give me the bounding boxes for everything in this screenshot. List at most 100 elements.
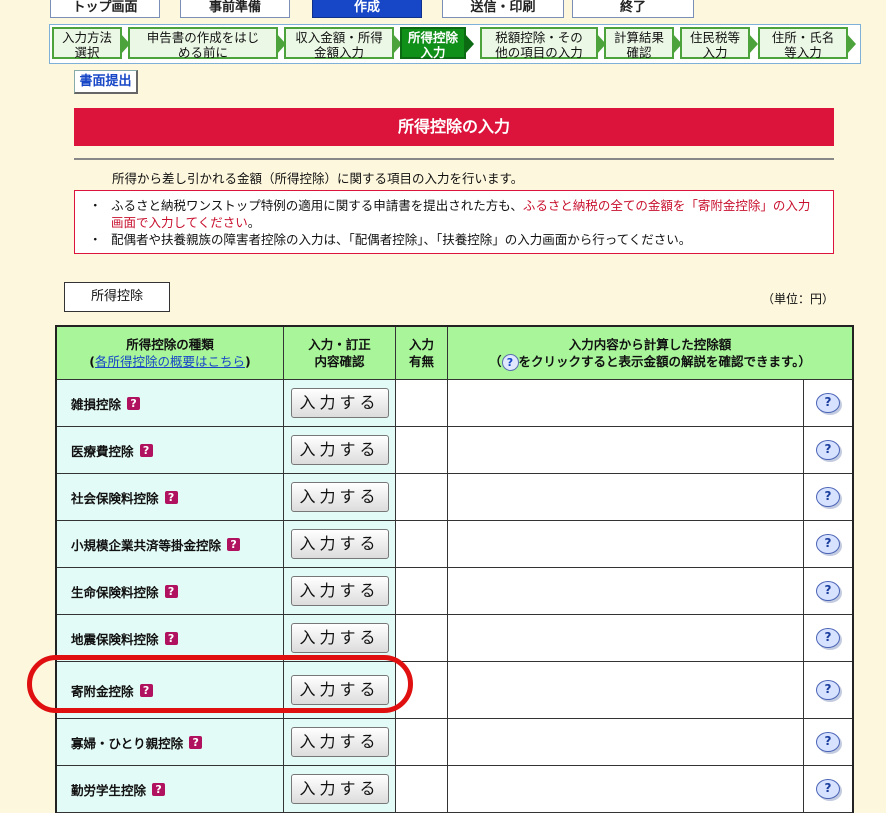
input-button-cell: 入力する	[284, 766, 396, 812]
help-icon[interactable]: ?	[816, 628, 840, 648]
question-icon[interactable]: ?	[227, 537, 241, 551]
header-input-edit-label: 入力・訂正 内容確認	[308, 337, 371, 369]
header-amount-pre: （	[488, 353, 502, 369]
deduction-name-cell: 寄附金控除?	[57, 662, 284, 718]
help-icon[interactable]: ?	[816, 732, 840, 752]
deduction-name: 雑損控除	[71, 396, 122, 412]
input-button[interactable]: 入力する	[290, 435, 389, 465]
amount-value	[448, 427, 804, 473]
tab-top[interactable]: トップ画面	[50, 0, 160, 18]
divider	[74, 158, 834, 160]
tab-send-print[interactable]: 送信・印刷	[442, 0, 564, 18]
amount-cell: ?	[448, 568, 852, 614]
step-before-start[interactable]: 申告書の作成をはじ める前に	[128, 27, 286, 60]
table-row: 寄附金控除? 入力する?	[57, 662, 852, 719]
input-button[interactable]: 入力する	[290, 675, 389, 705]
step-address-name[interactable]: 住所・氏名 等入力	[758, 27, 856, 60]
help-icon[interactable]: ?	[816, 393, 840, 413]
table-row: 寡婦・ひとり親控除? 入力する?	[57, 719, 852, 766]
input-status-cell	[396, 474, 448, 520]
table-row: 地震保険料控除? 入力する?	[57, 615, 852, 662]
input-status-cell	[396, 719, 448, 765]
overview-link[interactable]: 各所得控除の概要はこちら	[95, 354, 245, 369]
deduction-name: 寄附金控除	[71, 683, 134, 699]
deduction-name-cell: 小規模企業共済等掛金控除?	[57, 521, 284, 567]
step-label: 収入金額・所得 金額入力	[295, 30, 383, 60]
help-cell: ?	[804, 568, 852, 614]
notice-line2: 配偶者や扶養親族の障害者控除の入力は、「配偶者控除」、「扶養控除」の入力画面から…	[111, 232, 692, 247]
step-result-confirm[interactable]: 計算結果 確認	[604, 27, 682, 60]
input-button-cell: 入力する	[284, 474, 396, 520]
amount-cell: ?	[448, 662, 852, 718]
input-button-cell: 入力する	[284, 662, 396, 718]
input-button[interactable]: 入力する	[290, 482, 389, 512]
amount-value	[448, 615, 804, 661]
input-button[interactable]: 入力する	[290, 623, 389, 653]
input-button-cell: 入力する	[284, 615, 396, 661]
input-status-cell	[396, 766, 448, 812]
step-label: 住民税等 入力	[689, 30, 740, 60]
step-label: 所得控除 入力	[407, 30, 458, 60]
input-button-cell: 入力する	[284, 719, 396, 765]
help-cell: ?	[804, 474, 852, 520]
deduction-name: 地震保険料控除	[71, 631, 159, 647]
amount-value	[448, 568, 804, 614]
page-title: 所得控除の入力	[74, 108, 834, 146]
help-cell: ?	[804, 521, 852, 567]
amount-cell: ?	[448, 766, 852, 812]
input-button[interactable]: 入力する	[290, 727, 389, 757]
table-row: 勤労学生控除? 入力する?	[57, 766, 852, 813]
tab-create[interactable]: 作成	[312, 0, 422, 18]
input-status-cell	[396, 521, 448, 567]
paper-submit-button[interactable]: 書面提出	[74, 70, 138, 94]
input-button[interactable]: 入力する	[290, 576, 389, 606]
help-cell: ?	[804, 766, 852, 812]
deduction-name: 社会保険料控除	[71, 490, 159, 506]
help-icon[interactable]: ?	[816, 680, 840, 700]
question-icon[interactable]: ?	[189, 735, 203, 749]
help-icon[interactable]: ?	[816, 779, 840, 799]
question-icon[interactable]: ?	[164, 584, 178, 598]
help-icon[interactable]: ?	[816, 581, 840, 601]
question-icon[interactable]: ?	[164, 490, 178, 504]
step-tax-credit-input[interactable]: 税額控除・その 他の項目の入力	[480, 27, 606, 60]
input-status-cell	[396, 662, 448, 718]
tab-prep[interactable]: 事前準備	[180, 0, 290, 18]
deduction-name-cell: 社会保険料控除?	[57, 474, 284, 520]
deduction-name: 生命保険料控除	[71, 584, 159, 600]
question-icon[interactable]: ?	[139, 443, 153, 457]
tab-finish[interactable]: 終了	[572, 0, 694, 18]
amount-value	[448, 380, 804, 426]
question-icon[interactable]: ?	[139, 683, 153, 697]
step-deduction-input[interactable]: 所得控除 入力	[400, 27, 474, 60]
notice-line1-pre: ふるさと納税ワンストップ特例の適用に関する申請書を提出された方も、	[111, 198, 523, 213]
header-input-edit: 入力・訂正 内容確認	[284, 327, 396, 379]
question-icon[interactable]: ?	[164, 631, 178, 645]
input-button-cell: 入力する	[284, 521, 396, 567]
header-amount-note: をクリックすると表示金額の解説を確認できます。）	[518, 353, 812, 369]
amount-value	[448, 521, 804, 567]
input-status-cell	[396, 568, 448, 614]
input-button[interactable]: 入力する	[290, 529, 389, 559]
step-label: 税額控除・その 他の項目の入力	[495, 30, 583, 60]
input-button[interactable]: 入力する	[290, 388, 389, 418]
header-calculated-amount: 入力内容から計算した控除額 （? をクリックすると表示金額の解説を確認できます。）	[448, 327, 852, 379]
help-icon[interactable]: ?	[816, 534, 840, 554]
step-label: 入力方法 選択	[61, 30, 112, 60]
step-resident-tax[interactable]: 住民税等 入力	[680, 27, 758, 60]
table-row: 社会保険料控除? 入力する?	[57, 474, 852, 521]
table-row: 生命保険料控除? 入力する?	[57, 568, 852, 615]
input-button[interactable]: 入力する	[290, 774, 389, 804]
amount-value	[448, 474, 804, 520]
help-icon[interactable]: ?	[816, 487, 840, 507]
deduction-name-cell: 生命保険料控除?	[57, 568, 284, 614]
header-input-status-label: 入力 有無	[408, 337, 434, 369]
step-label: 計算結果 確認	[613, 30, 664, 60]
question-icon[interactable]: ?	[127, 396, 141, 410]
step-input-method[interactable]: 入力方法 選択	[52, 27, 130, 60]
header-amount-title: 入力内容から計算した控除額	[568, 336, 732, 352]
deduction-name-cell: 雑損控除?	[57, 380, 284, 426]
help-icon[interactable]: ?	[816, 440, 840, 460]
question-icon[interactable]: ?	[152, 782, 166, 796]
step-income-input[interactable]: 収入金額・所得 金額入力	[284, 27, 402, 60]
